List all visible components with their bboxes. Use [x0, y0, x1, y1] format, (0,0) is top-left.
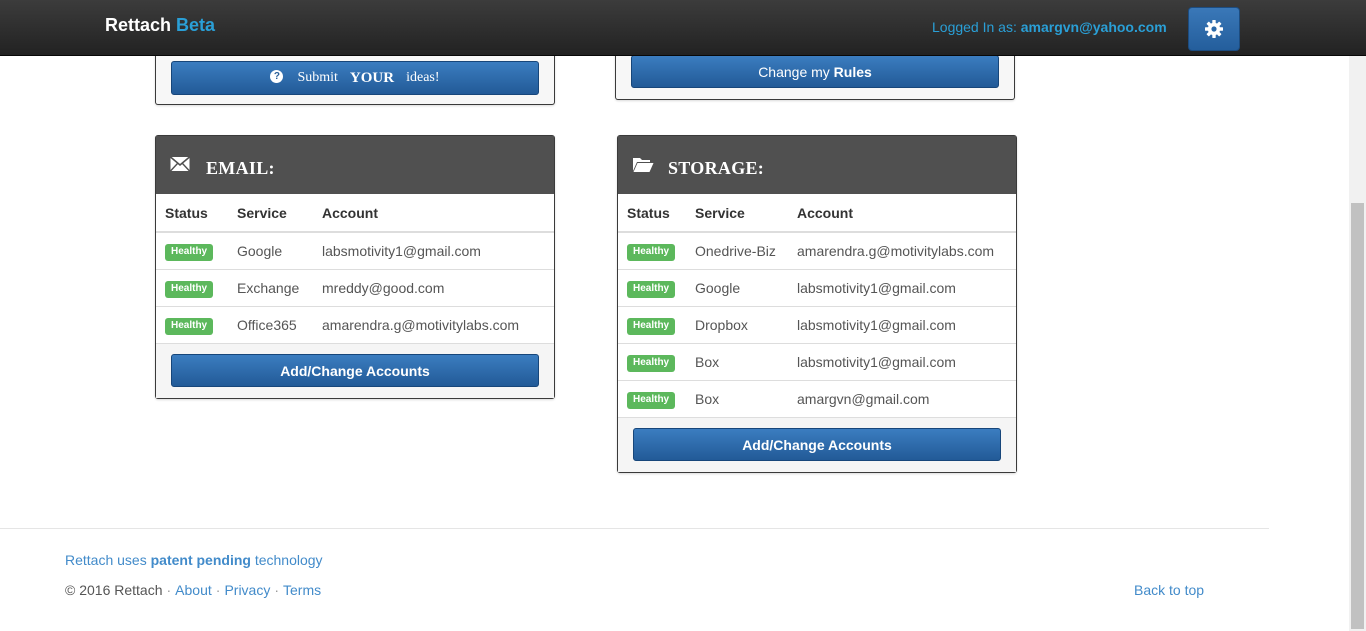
account-cell: labsmotivity1@gmail.com — [313, 231, 554, 270]
back-to-top-link[interactable]: Back to top — [1134, 582, 1204, 598]
copyright-text: © 2016 Rettach — [65, 582, 163, 598]
column-header-status: Status — [156, 194, 228, 233]
brand-beta: Beta — [176, 15, 216, 35]
footer-link-privacy[interactable]: Privacy — [224, 582, 270, 598]
scrollbar-thumb[interactable] — [1351, 203, 1364, 629]
table-row: Healthy Box labsmotivity1@gmail.com — [618, 343, 1016, 381]
email-panel-footer: Add/Change Accounts — [156, 343, 554, 398]
account-cell: amarendra.g@motivitylabs.com — [313, 306, 554, 343]
account-cell: amarendra.g@motivitylabs.com — [788, 231, 1016, 270]
account-cell: amargvn@gmail.com — [788, 380, 1016, 417]
brand-name: Rettach — [105, 15, 172, 35]
submit-ideas-emph: YOUR — [349, 69, 395, 86]
service-cell: Office365 — [228, 306, 313, 343]
table-row: Healthy Office365 amarendra.g@motivityla… — [156, 306, 554, 343]
gear-icon — [1205, 20, 1223, 38]
storage-add-change-accounts-button[interactable]: Add/Change Accounts — [633, 428, 1001, 461]
column-header-service: Service — [228, 194, 313, 233]
account-cell: labsmotivity1@gmail.com — [788, 343, 1016, 381]
account-cell: labsmotivity1@gmail.com — [788, 306, 1016, 344]
change-rules-pre: Change my — [758, 63, 830, 80]
table-row: Healthy Dropbox labsmotivity1@gmail.com — [618, 306, 1016, 344]
storage-panel-footer: Add/Change Accounts — [618, 417, 1016, 472]
column-header-service: Service — [686, 194, 788, 233]
column-header-account: Account — [788, 194, 1016, 233]
status-badge: Healthy — [627, 318, 676, 335]
submit-ideas-button[interactable]: ? Submit YOUR ideas! — [171, 61, 539, 95]
patent-note: Rettach uses patent pending technology — [65, 552, 323, 568]
status-badge: Healthy — [627, 244, 676, 261]
storage-accounts-table: Status Service Account Healthy Onedrive-… — [618, 194, 1016, 417]
logged-in-label: Logged In as: — [932, 19, 1017, 35]
status-badge: Healthy — [627, 392, 676, 409]
submit-ideas-pre: Submit — [297, 70, 338, 85]
storage-panel-title: STORAGE: — [668, 158, 765, 178]
table-row: Healthy Onedrive-Biz amarendra.g@motivit… — [618, 231, 1016, 270]
top-navbar: Rettach Beta Logged In as: amargvn@yahoo… — [0, 0, 1366, 56]
footer-link-about[interactable]: About — [175, 582, 212, 598]
account-cell: labsmotivity1@gmail.com — [788, 269, 1016, 307]
service-cell: Exchange — [228, 269, 313, 307]
service-cell: Box — [686, 343, 788, 381]
column-header-account: Account — [313, 194, 554, 233]
change-rules-emph: Rules — [833, 63, 872, 80]
email-panel-header: EMAIL: — [156, 136, 554, 194]
table-row: Healthy Google labsmotivity1@gmail.com — [156, 231, 554, 270]
status-badge: Healthy — [165, 244, 214, 261]
storage-panel: STORAGE: Status Service Account Healthy … — [617, 135, 1017, 473]
folder-open-icon — [632, 156, 654, 178]
table-row: Healthy Exchange mreddy@good.com — [156, 269, 554, 307]
email-accounts-table: Status Service Account Healthy Google la… — [156, 194, 554, 343]
patent-note-emph[interactable]: patent pending — [151, 552, 251, 568]
table-row: Healthy Google labsmotivity1@gmail.com — [618, 269, 1016, 307]
question-circle-icon: ? — [270, 69, 284, 83]
storage-panel-header: STORAGE: — [618, 136, 1016, 194]
change-rules-button[interactable]: Change my Rules — [631, 55, 999, 88]
ideas-panel: ? Submit YOUR ideas! — [155, 50, 555, 105]
service-cell: Box — [686, 380, 788, 417]
column-header-status: Status — [618, 194, 686, 233]
table-header-row: Status Service Account — [156, 194, 554, 233]
status-badge: Healthy — [627, 355, 676, 372]
status-badge: Healthy — [165, 318, 214, 335]
footer-link-terms[interactable]: Terms — [283, 582, 321, 598]
service-cell: Dropbox — [686, 306, 788, 344]
footer-copyright: © 2016 Rettach · About · Privacy · Terms — [65, 582, 322, 598]
envelope-icon — [169, 156, 191, 177]
account-cell: mreddy@good.com — [313, 269, 554, 307]
email-add-change-accounts-button[interactable]: Add/Change Accounts — [171, 354, 539, 387]
page-scrollbar[interactable] — [1349, 56, 1366, 631]
service-cell: Google — [686, 269, 788, 307]
status-badge: Healthy — [627, 281, 676, 298]
settings-button[interactable] — [1188, 7, 1240, 51]
rules-panel: Change my Rules — [615, 50, 1015, 100]
service-cell: Google — [228, 231, 313, 270]
logged-in-status: Logged In as: amargvn@yahoo.com — [932, 19, 1167, 35]
brand-logo[interactable]: Rettach Beta — [105, 15, 215, 36]
patent-note-post: technology — [254, 552, 323, 568]
submit-ideas-post: ideas! — [406, 70, 440, 85]
email-panel: EMAIL: Status Service Account Healthy Go… — [155, 135, 555, 399]
status-badge: Healthy — [165, 281, 214, 298]
footer-divider — [0, 528, 1269, 529]
service-cell: Onedrive-Biz — [686, 231, 788, 270]
logged-in-user[interactable]: amargvn@yahoo.com — [1021, 19, 1167, 35]
table-row: Healthy Box amargvn@gmail.com — [618, 380, 1016, 417]
email-panel-title: EMAIL: — [206, 158, 275, 178]
patent-note-pre: Rettach uses — [65, 552, 147, 568]
table-header-row: Status Service Account — [618, 194, 1016, 233]
